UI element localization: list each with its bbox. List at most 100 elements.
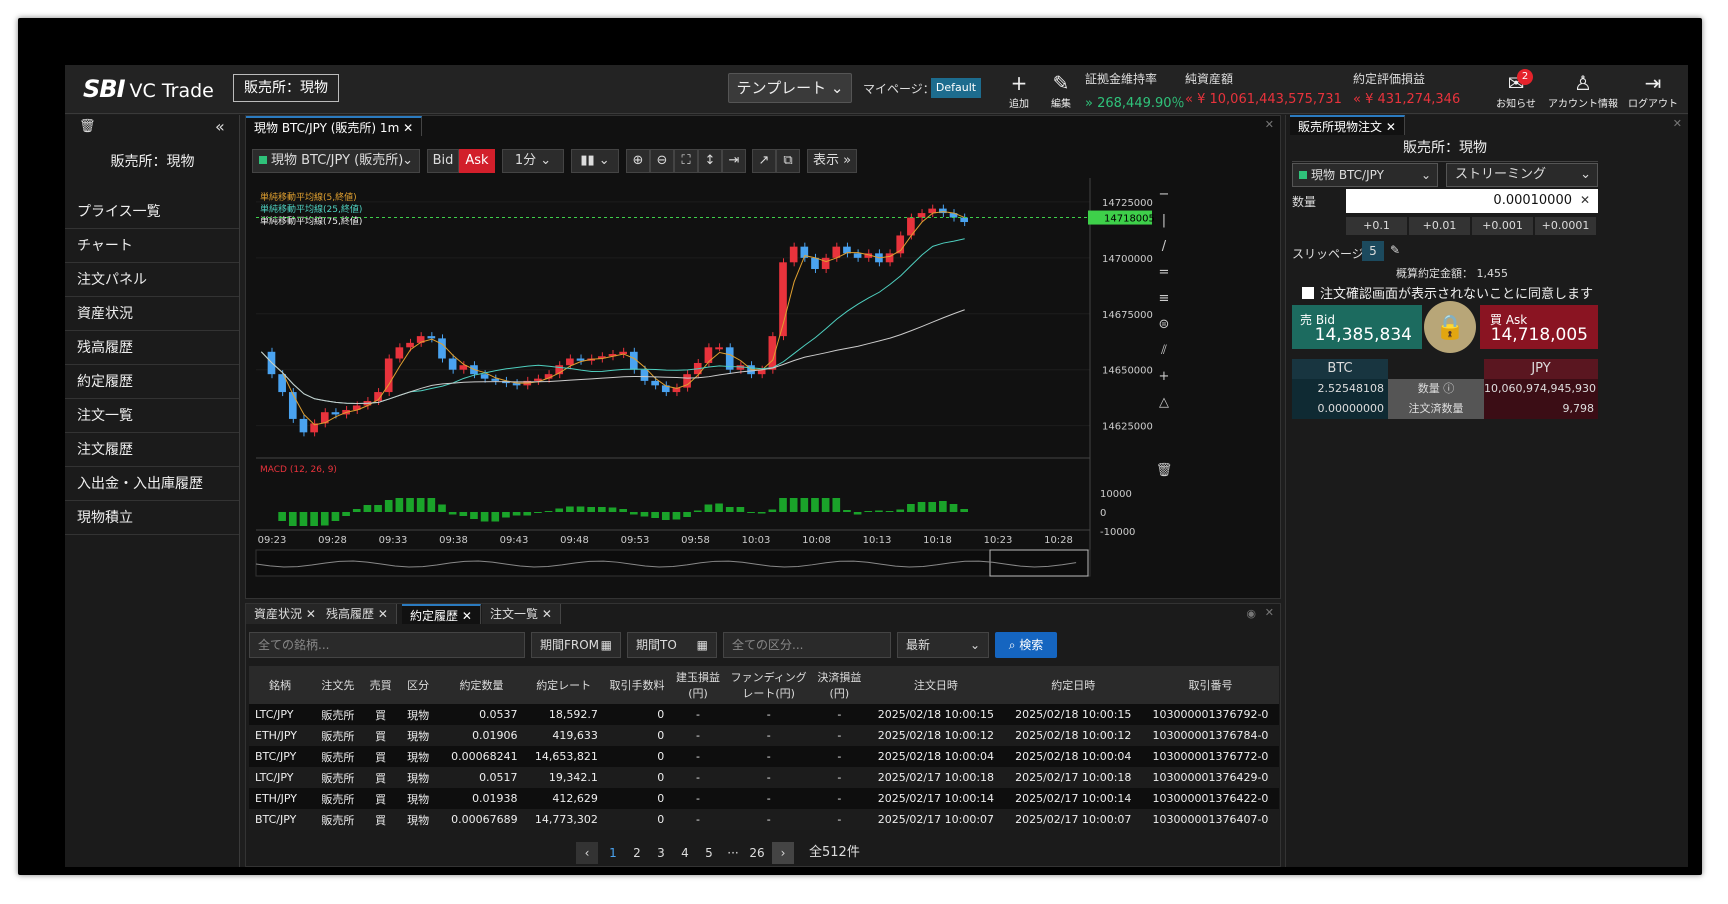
table-header[interactable]: 建玉損益 (円): [670, 666, 726, 704]
mypage-default-button[interactable]: Default: [931, 78, 981, 98]
table-row[interactable]: LTC/JPY 販売所買現物 0.0537 18,592.7 0- - -2025/02/1…: [249, 704, 1279, 725]
sidebar-item[interactable]: 入出金・入出庫履歴: [65, 467, 239, 501]
account-button[interactable]: ♙ アカウント情報: [1543, 71, 1623, 110]
sidebar-item[interactable]: 資産状況: [65, 297, 239, 331]
table-header[interactable]: 取引番号: [1141, 666, 1279, 704]
chart-type-selector[interactable]: ▮▮ ⌄: [571, 149, 619, 173]
interval-selector[interactable]: 1分 ⌄: [502, 149, 564, 173]
tab-order[interactable]: 販売所現物注文 ✕: [1290, 115, 1405, 135]
template-dropdown[interactable]: テンプレート ⌄: [728, 73, 852, 103]
table-header[interactable]: 約定数量: [439, 666, 524, 704]
qty-input[interactable]: 0.00010000: [1346, 189, 1598, 213]
table-header[interactable]: 売買: [364, 666, 397, 704]
tab-history[interactable]: 約定履歴 ✕: [402, 604, 481, 624]
bid-button[interactable]: Bid: [427, 149, 459, 173]
table-header[interactable]: 約定日時: [1004, 666, 1142, 704]
close-icon[interactable]: ✕: [1265, 606, 1274, 619]
table-row[interactable]: BTC/JPY 販売所買現物 0.00068241 14,653,821 0- - -202…: [249, 746, 1279, 767]
ask-button[interactable]: Ask: [459, 149, 495, 173]
sort-selector[interactable]: 最新 ⌄: [897, 632, 989, 658]
page-link[interactable]: 5: [698, 842, 720, 864]
zoom-in-icon[interactable]: ⊕: [626, 149, 650, 173]
compare-icon[interactable]: ⧉: [776, 149, 800, 173]
clear-icon[interactable]: ✕: [1580, 193, 1590, 207]
table-header[interactable]: 注文先: [311, 666, 365, 704]
table-header[interactable]: 銘柄: [249, 666, 312, 704]
table-header[interactable]: 区分: [396, 666, 440, 704]
tab-chart-btcjpy[interactable]: 現物 BTC/JPY (販売所) 1m ✕: [246, 116, 423, 136]
scroll-end-icon[interactable]: ⇥: [722, 149, 746, 173]
logo[interactable]: SBI VC Trade: [83, 75, 214, 103]
tab-history[interactable]: 注文一覧 ✕: [482, 604, 561, 624]
page-link[interactable]: 1: [602, 842, 624, 864]
table-header[interactable]: 取引手数料: [603, 666, 671, 704]
symbol-selector[interactable]: 現物 BTC/JPY (販売所) ⌄: [252, 149, 420, 173]
display-menu[interactable]: 表示 »: [807, 149, 857, 173]
sidebar-item[interactable]: 注文一覧: [65, 399, 239, 433]
zoom-out-icon[interactable]: ⊖: [650, 149, 674, 173]
collapse-icon[interactable]: «: [215, 117, 225, 136]
symbol-filter-input[interactable]: 全ての銘柄...: [249, 632, 525, 658]
checkbox[interactable]: [1302, 287, 1314, 299]
close-icon[interactable]: ✕: [1265, 118, 1274, 131]
indicator-icon[interactable]: ↗: [752, 149, 776, 173]
close-icon[interactable]: ✕: [403, 121, 413, 135]
page-link[interactable]: 2: [626, 842, 648, 864]
sidebar-item[interactable]: 注文履歴: [65, 433, 239, 467]
prev-page-button[interactable]: ‹: [576, 842, 598, 864]
close-icon[interactable]: ✕: [302, 607, 316, 621]
sidebar-item[interactable]: 約定履歴: [65, 365, 239, 399]
close-icon[interactable]: ✕: [1386, 120, 1396, 134]
page-link[interactable]: 3: [650, 842, 672, 864]
qty-step-button[interactable]: +0.0001: [1535, 217, 1596, 235]
buy-ask-button[interactable]: 買 Ask 14,718,005: [1480, 305, 1598, 349]
table-row[interactable]: ETH/JPY 販売所買現物 0.01938 412,629 0- - -2025/02/1…: [249, 788, 1279, 809]
tab-history[interactable]: 資産状況 ✕: [246, 604, 325, 624]
qty-step-button[interactable]: +0.1: [1346, 217, 1407, 235]
logout-button[interactable]: ⇥ ログアウト: [1625, 71, 1681, 110]
tab-history[interactable]: 残高履歴 ✕: [318, 604, 397, 624]
add-button[interactable]: + 追加: [997, 71, 1041, 110]
price-chart[interactable]: 14725000 14700000 14675000 14650000 14625000…: [246, 178, 1280, 598]
close-icon[interactable]: ✕: [538, 607, 552, 621]
trash-icon[interactable]: 🗑: [79, 119, 96, 134]
category-filter-input[interactable]: 全ての区分...: [723, 632, 891, 658]
close-icon[interactable]: ✕: [1673, 117, 1682, 130]
info-icon[interactable]: ⓘ: [1443, 382, 1454, 395]
sidebar-item[interactable]: 残高履歴: [65, 331, 239, 365]
table-header[interactable]: ファンディング レート(円): [725, 666, 812, 704]
period-to-input[interactable]: 期間TO ▦: [627, 632, 717, 658]
confirm-skip-checkbox[interactable]: 注文確認画面が表示されないことに同意します: [1302, 283, 1593, 302]
exchange-selector[interactable]: 販売所：現物: [233, 74, 339, 102]
table-row[interactable]: ETH/JPY 販売所買現物 0.01906 419,633 0- - -2025/02/1…: [249, 725, 1279, 746]
auto-scale-icon[interactable]: ↕: [698, 149, 722, 173]
table-header[interactable]: 注文日時: [867, 666, 1005, 704]
page-link[interactable]: 26: [746, 842, 768, 864]
period-from-input[interactable]: 期間FROM ▦: [531, 632, 621, 658]
close-icon[interactable]: ✕: [458, 609, 472, 623]
page-link[interactable]: ···: [722, 842, 744, 864]
eye-icon[interactable]: ◉: [1246, 607, 1256, 620]
search-button[interactable]: ⌕ 検索: [995, 632, 1057, 658]
table-row[interactable]: LTC/JPY 販売所買現物 0.0517 19,342.1 0- - -2025/02/1…: [249, 767, 1279, 788]
table-header[interactable]: 約定レート: [523, 666, 604, 704]
sidebar-item[interactable]: プライス一覧: [65, 195, 239, 229]
sidebar-item[interactable]: 現物積立: [65, 501, 239, 535]
page-link[interactable]: 4: [674, 842, 696, 864]
order-mode-selector[interactable]: ストリーミング ⌄: [1446, 163, 1598, 187]
qty-step-button[interactable]: +0.001: [1472, 217, 1533, 235]
table-row[interactable]: BTC/JPY 販売所買現物 0.00067689 14,773,302 0- - -202…: [249, 809, 1279, 830]
slippage-value[interactable]: 5: [1362, 241, 1384, 261]
table-header[interactable]: 決済損益 (円): [811, 666, 868, 704]
next-page-button[interactable]: ›: [772, 842, 794, 864]
edit-button[interactable]: ✎ 編集: [1039, 71, 1083, 110]
edit-icon[interactable]: ✎: [1390, 243, 1400, 257]
sidebar-item[interactable]: チャート: [65, 229, 239, 263]
lock-icon[interactable]: 🔒: [1424, 301, 1476, 353]
order-symbol-selector[interactable]: 現物 BTC/JPY ⌄: [1292, 163, 1438, 187]
sidebar-item[interactable]: 注文パネル: [65, 263, 239, 297]
sell-bid-button[interactable]: 売 Bid 14,385,834: [1292, 305, 1422, 349]
fit-icon[interactable]: ⛶: [674, 149, 698, 173]
notice-button[interactable]: ✉ 2 お知らせ: [1493, 69, 1539, 110]
close-icon[interactable]: ✕: [374, 607, 388, 621]
